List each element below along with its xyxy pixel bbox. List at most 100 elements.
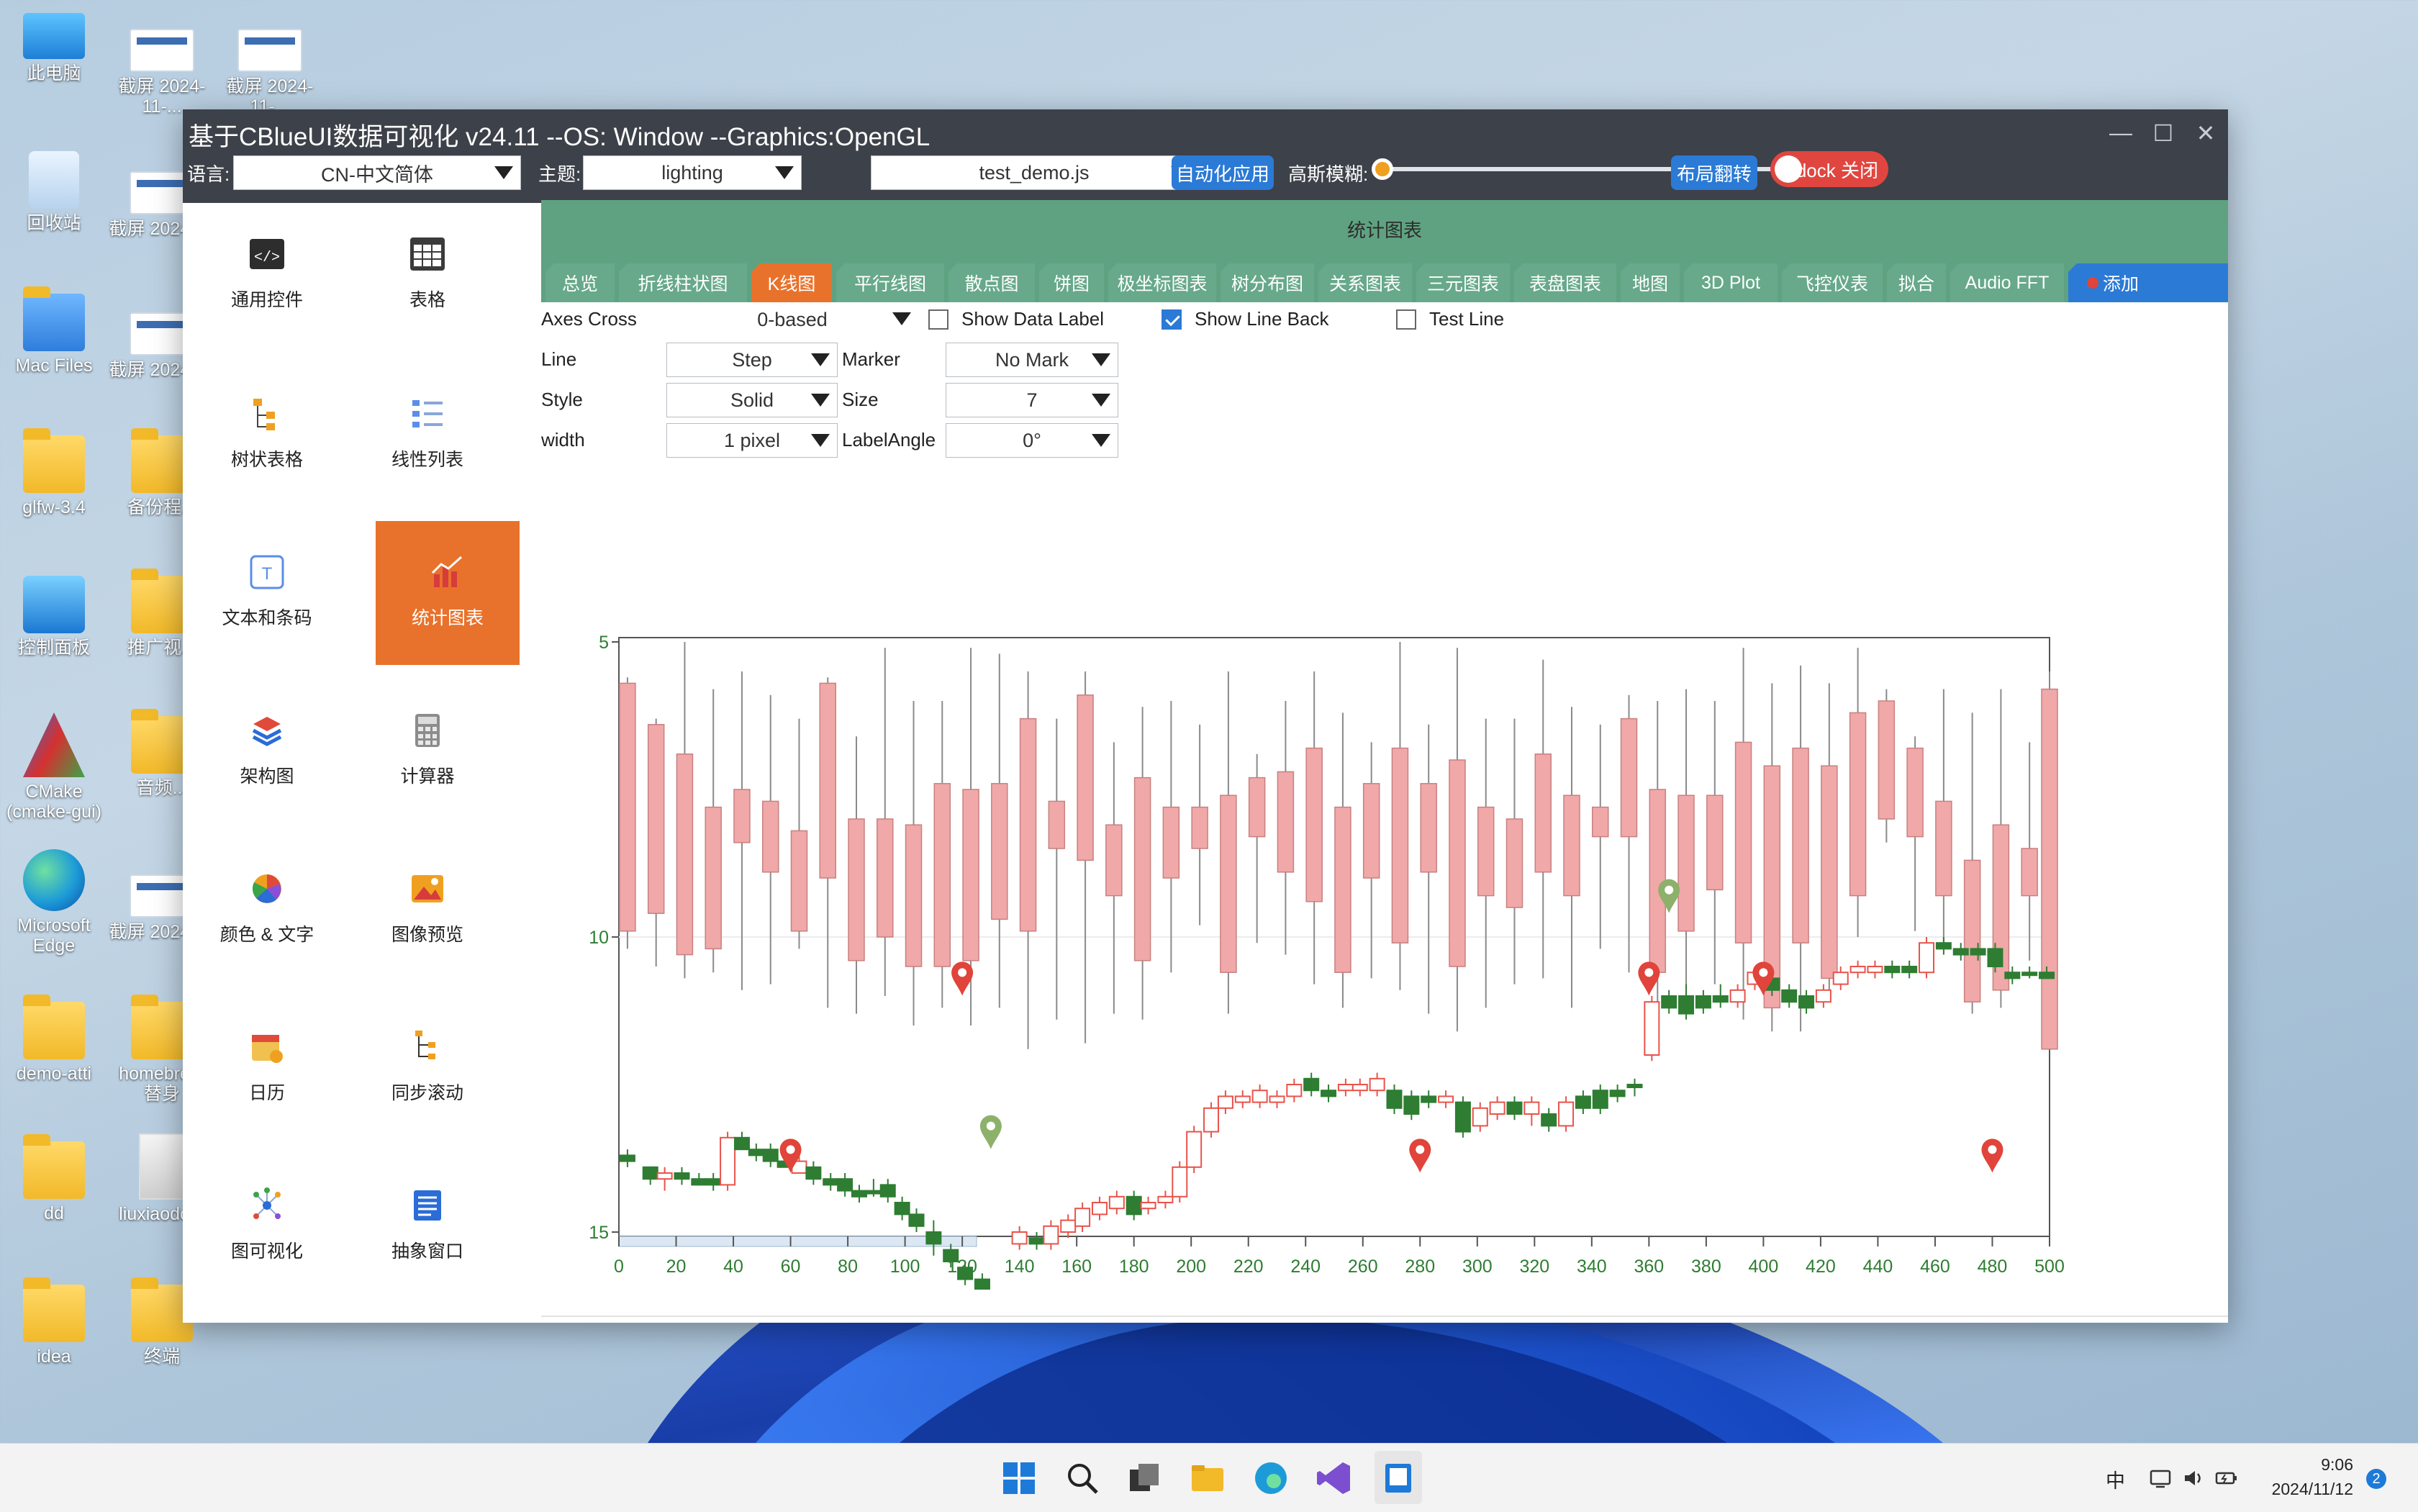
candle-body	[1919, 942, 1935, 974]
sidebar-item-calculator[interactable]: 计算器	[356, 679, 499, 823]
notification-badge[interactable]: 2	[2366, 1469, 2386, 1489]
visual-studio-icon[interactable]	[1316, 1459, 1353, 1497]
candle-body	[1901, 966, 1918, 974]
auto-apply-button[interactable]: 自动化应用	[1172, 155, 1274, 190]
windows-start-icon[interactable]	[1000, 1459, 1038, 1497]
tab-line-bar[interactable]: 折线柱状图	[619, 263, 747, 302]
label-angle-select[interactable]: 0°	[946, 423, 1118, 458]
sidebar-item-graph-vis[interactable]: 图可视化	[195, 1154, 339, 1298]
sidebar-item-tree-table[interactable]: 树状表格	[195, 363, 339, 507]
desktop-icon-mac-files[interactable]: Mac Files	[0, 286, 108, 376]
candle-body	[1644, 1001, 1660, 1056]
candle-body	[1729, 989, 1746, 1003]
x-tick-label: 140	[1005, 1257, 1035, 1277]
script-select[interactable]: test_demo.js	[871, 155, 1197, 190]
desktop-icon-screenshot-top[interactable]: 截屏 2024-11-...	[216, 29, 324, 117]
candlestick-chart[interactable]: 0 20 40 60 80 100 120 140 160 180 200 220 240 260 280 3…	[541, 512, 2228, 1290]
sidebar-item-architecture[interactable]: 架构图	[195, 679, 339, 823]
ime-indicator[interactable]: 中	[2106, 1465, 2125, 1493]
blur-slider-knob[interactable]	[1372, 158, 1393, 180]
candle-body	[851, 1190, 867, 1198]
dock-toggle[interactable]: dock 关闭	[1770, 151, 1888, 187]
sidebar-item-calendar[interactable]: 日历	[195, 996, 339, 1140]
desktop-icon-cmake[interactable]: CMake (cmake-gui)	[0, 712, 108, 822]
show-data-label-checkbox[interactable]	[928, 309, 948, 330]
style-select[interactable]: Solid	[666, 383, 838, 417]
marker-select[interactable]: No Mark	[946, 343, 1118, 377]
tab-fitting[interactable]: 拟合	[1887, 263, 1946, 302]
axes-cross-select[interactable]: 0-based	[666, 302, 918, 337]
tab-flight-instrument[interactable]: 飞控仪表	[1782, 263, 1883, 302]
tab-add[interactable]: 添加	[2068, 263, 2228, 302]
sidebar-item-text-barcode[interactable]: T 文本和条码	[195, 521, 339, 665]
candle-body	[656, 1172, 673, 1180]
tab-3d-plot[interactable]: 3D Plot	[1684, 263, 1778, 302]
edge-icon	[23, 849, 85, 911]
edge-browser-icon[interactable]	[1252, 1459, 1290, 1497]
desktop-icon-this-pc[interactable]: 此电脑	[0, 13, 108, 83]
test-line-checkbox[interactable]	[1396, 309, 1416, 330]
tab-pie[interactable]: 饼图	[1039, 263, 1104, 302]
candle-body	[1140, 1202, 1156, 1210]
tab-parallel[interactable]: 平行线图	[836, 263, 944, 302]
sidebar-item-sync-scroll[interactable]: 同步滚动	[356, 996, 499, 1140]
box-body	[1477, 806, 1495, 897]
battery-icon[interactable]	[2215, 1467, 2238, 1490]
tab-scatter[interactable]: 散点图	[948, 263, 1035, 302]
box-body	[991, 783, 1008, 920]
tab-overview[interactable]: 总览	[545, 263, 615, 302]
desktop-icon-idea[interactable]: idea	[0, 1277, 108, 1367]
desktop-icon-edge[interactable]: Microsoft Edge	[0, 849, 108, 956]
system-clock[interactable]: 9:06 2024/11/12	[2272, 1452, 2353, 1501]
blur-slider-track[interactable]	[1385, 167, 1827, 171]
show-line-back-checkbox[interactable]	[1162, 309, 1182, 330]
tab-gauge[interactable]: 表盘图表	[1514, 263, 1616, 302]
candle-body	[1386, 1090, 1403, 1109]
task-view-icon[interactable]	[1126, 1459, 1163, 1497]
sidebar-item-color-text[interactable]: 颜色 & 文字	[195, 838, 339, 982]
sidebar-item-charts[interactable]: 统计图表	[376, 521, 520, 665]
desktop-icon-demo-atti[interactable]: demo-atti	[0, 995, 108, 1084]
box-body	[1534, 753, 1552, 873]
maximize-button[interactable]: ☐	[2145, 119, 2181, 147]
sidebar-item-general-controls[interactable]: </> 通用控件	[195, 203, 339, 347]
tab-map[interactable]: 地图	[1621, 263, 1680, 302]
language-select[interactable]: CN-中文简体	[233, 155, 521, 190]
layout-flip-button[interactable]: 布局翻转	[1671, 155, 1757, 190]
desktop-icon-control-panel[interactable]: 控制面板	[0, 576, 108, 658]
tab-relation[interactable]: 关系图表	[1318, 263, 1412, 302]
theme-select[interactable]: lighting	[583, 155, 802, 190]
calendar-icon	[252, 1035, 283, 1063]
desktop-icon-dd[interactable]: dd	[0, 1134, 108, 1223]
size-select[interactable]: 7	[946, 383, 1118, 417]
width-select[interactable]: 1 pixel	[666, 423, 838, 458]
desktop-icon-recycle-bin[interactable]: 回收站	[0, 151, 108, 233]
volume-icon[interactable]	[2182, 1467, 2205, 1490]
cblueui-app-icon[interactable]	[1380, 1459, 1417, 1497]
tab-treemap[interactable]: 树分布图	[1221, 263, 1314, 302]
line-select[interactable]: Step	[666, 343, 838, 377]
tab-audio-fft[interactable]: Audio FFT	[1950, 263, 2064, 302]
sidebar-item-abstract-window[interactable]: 抽象窗口	[356, 1154, 499, 1298]
candle-body	[1849, 966, 1866, 974]
box-body	[1878, 700, 1896, 820]
close-button[interactable]: ✕	[2188, 119, 2224, 147]
minimize-button[interactable]: —	[2103, 119, 2139, 146]
desktop-icon-glfw[interactable]: glfw-3.4	[0, 428, 108, 517]
tab-polar[interactable]: 极坐标图表	[1108, 263, 1216, 302]
file-explorer-icon[interactable]	[1189, 1459, 1226, 1497]
tab-candlestick[interactable]: K线图	[751, 263, 832, 302]
map-pin-dot	[1665, 885, 1674, 895]
search-icon[interactable]	[1064, 1459, 1101, 1497]
desktop-icon-screenshot-1[interactable]: 截屏 2024-11-...	[108, 29, 216, 117]
network-icon[interactable]	[2149, 1467, 2172, 1490]
tab-ternary[interactable]: 三元图表	[1416, 263, 1510, 302]
photo-icon	[139, 1133, 185, 1200]
sidebar-item-image-preview[interactable]: 图像预览	[356, 838, 499, 982]
sidebar-item-table[interactable]: 表格	[356, 203, 499, 347]
candle-body	[1832, 972, 1849, 985]
sidebar-item-linear-list[interactable]: 线性列表	[356, 363, 499, 507]
svg-text:</>: </>	[254, 250, 280, 266]
candle-body	[1157, 1195, 1174, 1203]
window-title: 基于CBlueUI数据可视化 v24.11 --OS: Window --Gra…	[189, 123, 930, 151]
